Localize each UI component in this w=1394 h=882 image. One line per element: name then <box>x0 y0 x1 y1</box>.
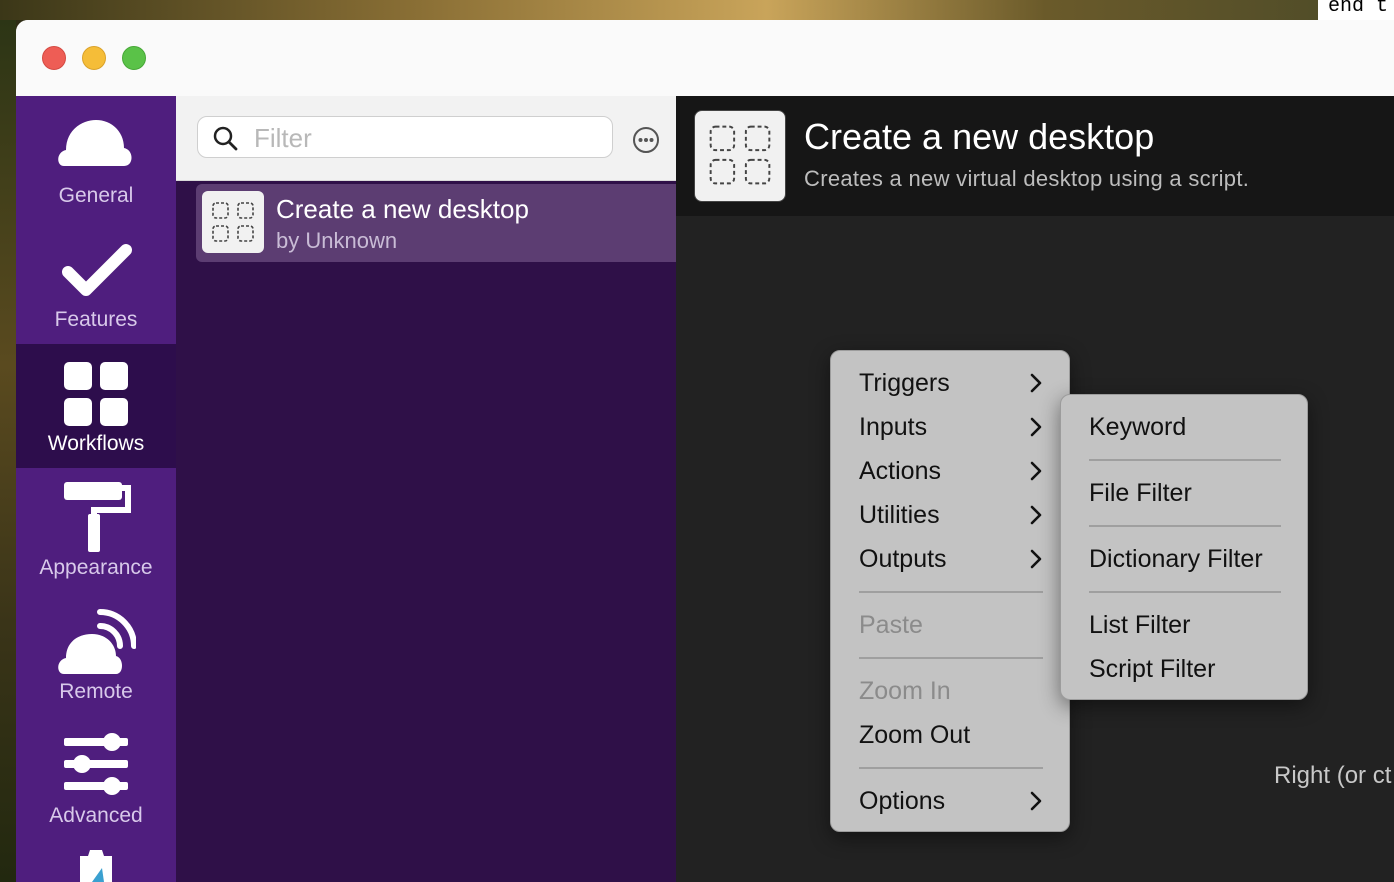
inputs-submenu: Keyword File Filter Dictionary Filter Li… <box>1060 394 1308 700</box>
remote-icon <box>58 609 136 674</box>
menu-item-outputs[interactable]: Outputs <box>859 545 947 574</box>
search-input[interactable] <box>252 121 596 155</box>
workflow-title: Create a new desktop <box>804 116 1155 157</box>
submenu-item-file-filter[interactable]: File Filter <box>1089 479 1192 508</box>
paint-roller-icon <box>64 482 131 552</box>
cloud-icon <box>58 120 132 166</box>
dashed-grid-icon <box>212 202 254 242</box>
sidebar-item-label: Features <box>54 308 138 331</box>
terminal-snippet: end t <box>1318 0 1394 20</box>
close-window-button[interactable] <box>42 46 66 70</box>
zoom-window-button[interactable] <box>122 46 146 70</box>
checkmark-icon <box>62 244 132 296</box>
titlebar <box>16 20 1394 96</box>
menu-separator <box>1089 459 1281 461</box>
sidebar-item-label: Appearance <box>39 556 153 579</box>
menu-item-actions[interactable]: Actions <box>859 457 941 486</box>
chevron-right-icon <box>1030 505 1042 525</box>
chevron-right-icon <box>1030 549 1042 569</box>
menu-separator <box>859 591 1043 593</box>
menu-item-triggers[interactable]: Triggers <box>859 369 950 398</box>
menu-item-options[interactable]: Options <box>859 787 945 816</box>
submenu-item-script-filter[interactable]: Script Filter <box>1089 655 1215 684</box>
menu-separator <box>1089 591 1281 593</box>
menu-separator <box>859 657 1043 659</box>
context-menu: Triggers Inputs Actions Utilities Output… <box>830 350 1070 832</box>
desktop-background <box>0 0 1394 20</box>
sidebar-item-label: Advanced <box>49 804 143 827</box>
search-box[interactable] <box>197 116 613 158</box>
sidebar-item-features[interactable]: Features <box>16 220 176 344</box>
desktop-background-left <box>0 20 16 882</box>
search-icon <box>213 126 238 151</box>
chevron-right-icon <box>1030 373 1042 393</box>
sidebar-item-label: General <box>58 184 134 207</box>
powerpack-icon <box>80 850 112 882</box>
submenu-item-keyword[interactable]: Keyword <box>1089 413 1186 442</box>
menu-item-inputs[interactable]: Inputs <box>859 413 927 442</box>
workflow-list-pane: Create a new desktop by Unknown <box>176 96 676 882</box>
minimize-window-button[interactable] <box>82 46 106 70</box>
menu-separator <box>859 767 1043 769</box>
menu-item-zoom-out[interactable]: Zoom Out <box>859 721 970 750</box>
sidebar-item-appearance[interactable]: Appearance <box>16 468 176 592</box>
sliders-icon <box>64 733 128 795</box>
sidebar: General Features Workflows Appearance Re… <box>16 96 176 882</box>
sidebar-item-workflows[interactable]: Workflows <box>16 344 176 468</box>
sidebar-item-label: Workflows <box>47 432 145 455</box>
canvas-hint-text: Right (or ct <box>1274 762 1392 789</box>
sidebar-item-advanced[interactable]: Advanced <box>16 716 176 840</box>
menu-item-utilities[interactable]: Utilities <box>859 501 940 530</box>
search-bar-area <box>176 96 676 181</box>
submenu-item-list-filter[interactable]: List Filter <box>1089 611 1190 640</box>
sidebar-item-general[interactable]: General <box>16 96 176 220</box>
submenu-item-dictionary-filter[interactable]: Dictionary Filter <box>1089 545 1263 574</box>
chevron-right-icon <box>1030 417 1042 437</box>
workflow-thumbnail <box>202 191 264 253</box>
workflow-name: Create a new desktop <box>276 194 529 224</box>
more-options-icon[interactable] <box>632 126 660 154</box>
sidebar-item-remote[interactable]: Remote <box>16 592 176 716</box>
workflow-author: by Unknown <box>276 228 398 253</box>
menu-item-paste: Paste <box>859 611 923 639</box>
chevron-right-icon <box>1030 461 1042 481</box>
workflow-description: Creates a new virtual desktop using a sc… <box>804 166 1250 191</box>
chevron-right-icon <box>1030 791 1042 811</box>
menu-separator <box>1089 525 1281 527</box>
workflow-header: Create a new desktop Creates a new virtu… <box>676 96 1394 216</box>
sidebar-item-label: Remote <box>59 680 133 703</box>
workflow-header-thumbnail[interactable] <box>694 110 786 202</box>
menu-item-zoom-in: Zoom In <box>859 677 951 705</box>
workflow-list-item[interactable]: Create a new desktop by Unknown <box>196 184 676 262</box>
grid-icon <box>64 362 128 426</box>
dashed-grid-icon <box>709 125 771 185</box>
sidebar-item-partial[interactable] <box>16 840 176 882</box>
